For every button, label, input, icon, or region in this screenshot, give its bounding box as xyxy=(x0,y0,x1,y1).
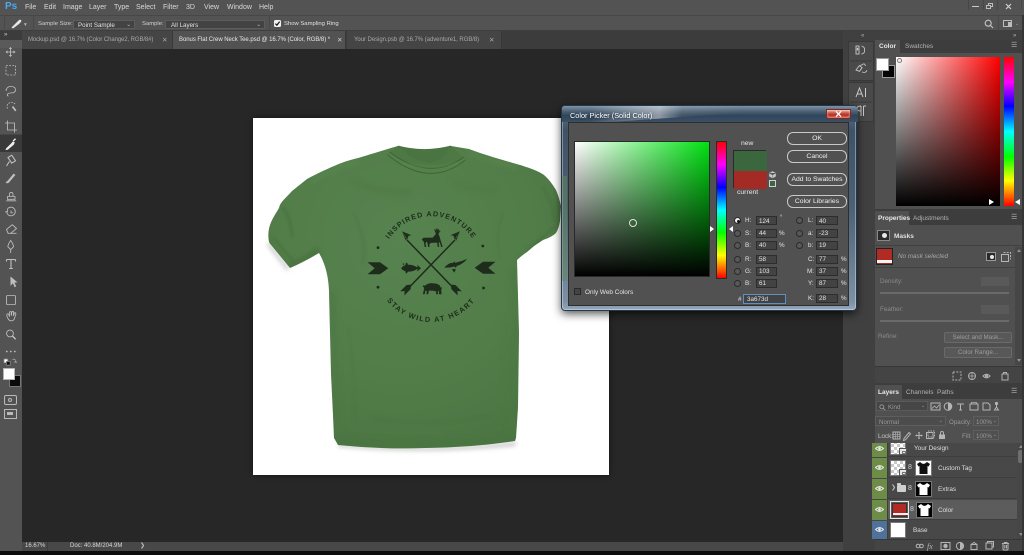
svg-text:fx: fx xyxy=(927,542,933,551)
